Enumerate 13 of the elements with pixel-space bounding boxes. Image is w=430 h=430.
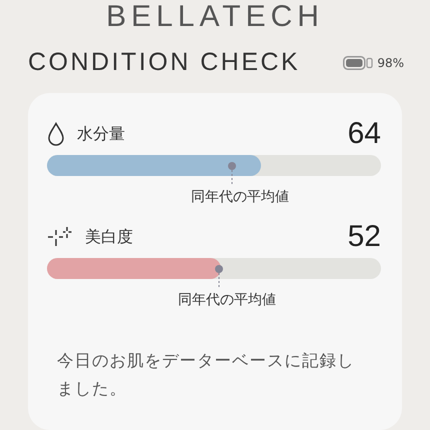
battery-icon	[343, 56, 374, 70]
brand-logo: BELLATECH	[106, 0, 324, 34]
battery-percentage: 98%	[377, 56, 404, 70]
average-label: 同年代の平均値	[191, 188, 290, 206]
page-title: CONDITION CHECK	[28, 48, 300, 77]
record-message: 今日のお肌をデーターベースに記録しました。	[57, 350, 356, 400]
sparkle-icon	[47, 226, 73, 248]
water-drop-icon	[47, 122, 65, 146]
metric-label: 美白度	[85, 226, 134, 248]
metric-value: 52	[348, 220, 381, 254]
metric-label: 水分量	[77, 124, 126, 144]
average-label: 同年代の平均値	[178, 291, 276, 309]
metric-value: 64	[348, 117, 381, 151]
